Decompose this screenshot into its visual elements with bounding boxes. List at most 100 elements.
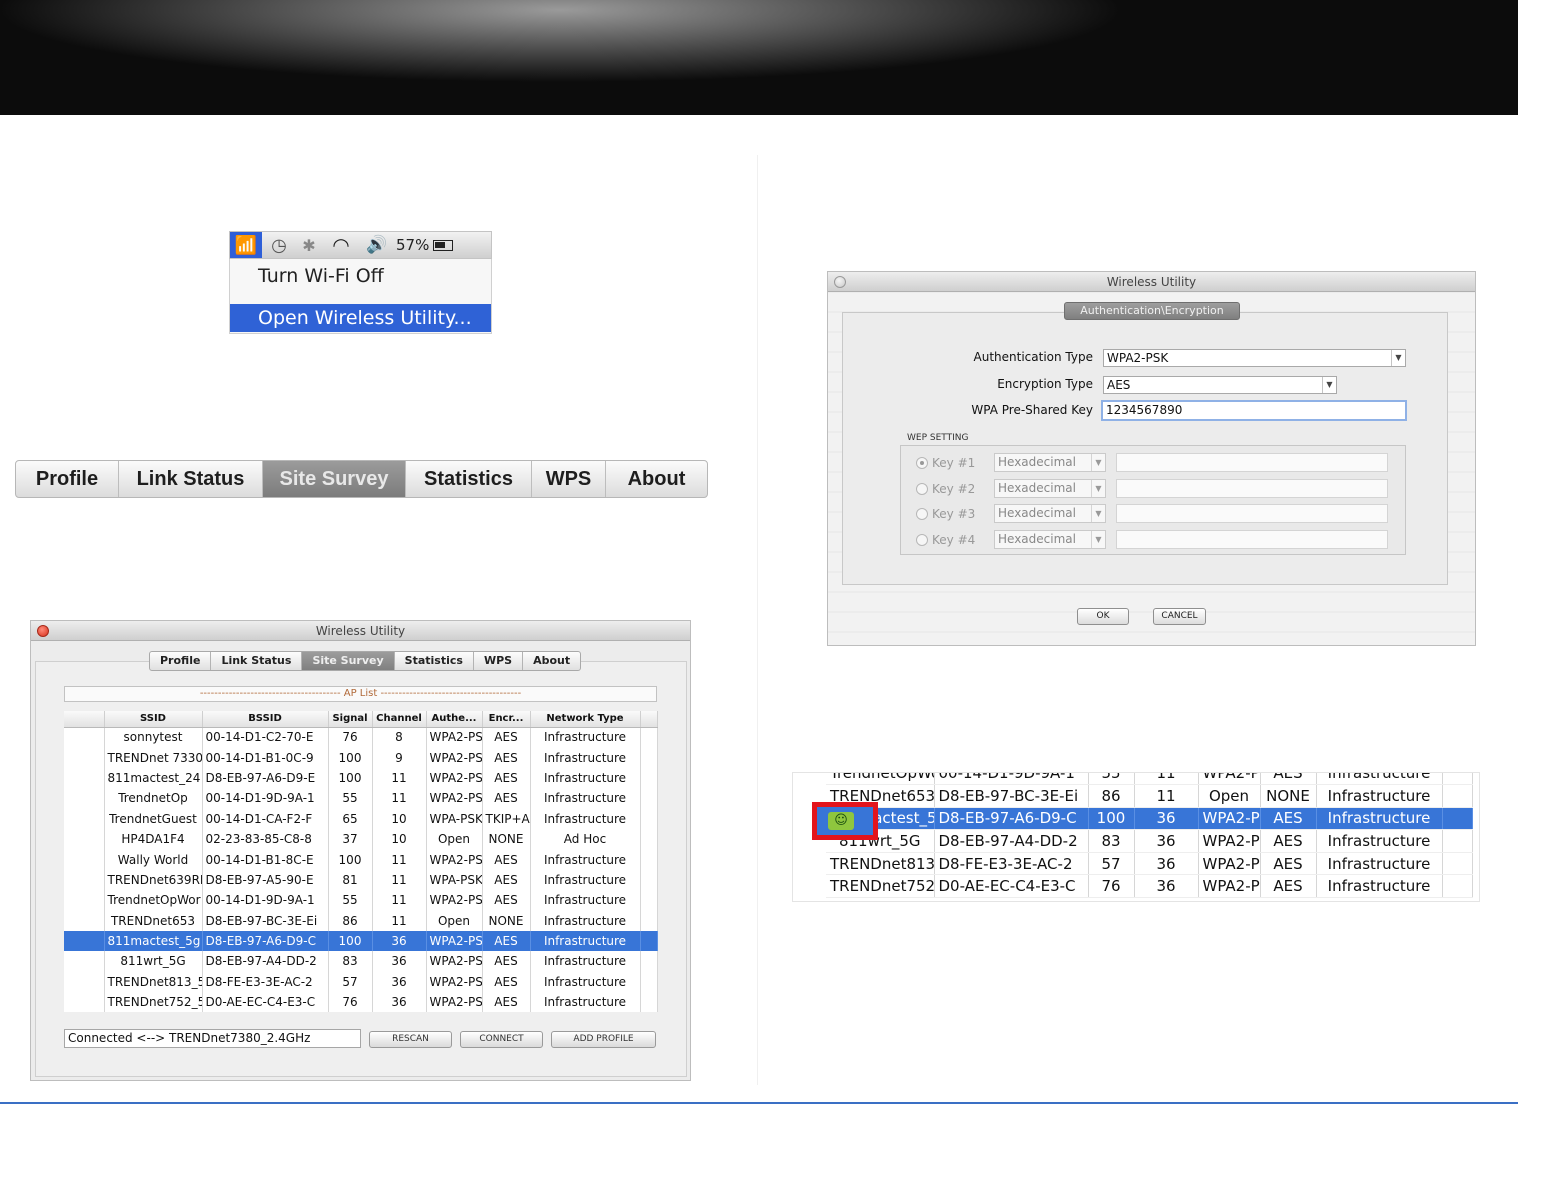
menu-item-open-wireless-utility[interactable]: Open Wireless Utility... <box>230 304 491 332</box>
cancel-button[interactable]: CANCEL <box>1153 608 1206 625</box>
table-row[interactable]: TrendnetOp 00-14-D1-9D-9A-1 55 11 WPA2-PS AES… <box>64 788 658 809</box>
signal-cell: 100 <box>328 767 373 789</box>
close-window-icon[interactable] <box>37 625 49 637</box>
table-row[interactable]: TRENDnet639RI D8-EB-97-A5-90-E 81 11 WPA-PSK… <box>64 869 658 891</box>
authentication-cell: WPA2-PS <box>426 788 483 809</box>
table-row[interactable]: TRENDnet813_5D8-FE-E3-3E-AC-25736WPA2-PS… <box>826 852 1473 876</box>
table-row[interactable]: HP4DA1F4 02-23-83-85-C8-8 37 10 Open NONE Ad H… <box>64 828 658 850</box>
column-header-encryption[interactable]: Encr... <box>482 711 531 728</box>
key-4-radio[interactable] <box>916 534 928 546</box>
tab-wps[interactable]: WPS <box>532 461 606 497</box>
row-tail-cell <box>640 849 658 870</box>
tab-site-survey[interactable]: Site Survey <box>302 652 395 670</box>
wep-key-row: Key #2 Hexadecimal ▼ <box>916 479 1396 499</box>
row-marker-cell <box>64 849 105 870</box>
tab-about[interactable]: About <box>606 461 707 497</box>
encryption-cell: AES <box>482 767 531 789</box>
column-header-channel[interactable]: Channel <box>372 711 427 728</box>
zoomed-ap-table: TrendnetOpWor00-14-D1-9D-9A-15511WPA2-PS… <box>826 773 1473 899</box>
table-row[interactable]: 811mactest_5gD8-EB-97-A6-D9-C10036WPA2-P… <box>826 807 1473 831</box>
key-3-input[interactable] <box>1116 504 1388 523</box>
table-row[interactable]: TRENDnet752_5D0-AE-EC-C4-E3-C7636WPA2-PS… <box>64 992 658 1013</box>
column-header-ssid[interactable]: SSID <box>104 711 203 728</box>
key-format-select[interactable]: Hexadecimal ▼ <box>994 479 1106 498</box>
table-row[interactable]: TRENDnet653 D8-EB-97-BC-3E-Ei 86 11 Open NONE… <box>826 784 1473 808</box>
ok-button[interactable]: OK <box>1077 608 1129 625</box>
authentication-cell: WPA2-PS <box>1198 773 1261 786</box>
rescan-button[interactable]: RESCAN <box>369 1031 452 1048</box>
encryption-cell: AES <box>482 890 531 911</box>
bssid-cell: D8-EB-97-A6-D9-E <box>202 767 329 789</box>
key-format-select[interactable]: Hexadecimal ▼ <box>994 530 1106 549</box>
encryption-type-select[interactable]: AES ▼ <box>1103 376 1337 394</box>
table-row[interactable]: TRENDnet 7330 00-14-D1-B1-0C-9 100 9 WPA2-PS… <box>64 747 658 768</box>
menu-item-turn-wifi-off[interactable]: Turn Wi-Fi Off <box>258 265 384 287</box>
row-tail-cell <box>640 788 658 809</box>
channel-cell: 11 <box>372 788 427 809</box>
pre-shared-key-input[interactable]: 1234567890 <box>1101 400 1407 421</box>
chevron-down-icon: ▼ <box>1322 377 1336 393</box>
volume-icon[interactable]: 🔊 <box>360 232 394 258</box>
network-type-cell: Infrastructure <box>530 910 641 931</box>
close-window-icon[interactable] <box>834 276 846 288</box>
wireless-utility-menubar-icon[interactable]: 📶 <box>230 232 262 258</box>
encryption-cell: TKIP+A <box>482 808 531 829</box>
table-row[interactable]: 811mactest_5gD8-EB-97-A6-D9-C10036WPA2-P… <box>64 930 658 952</box>
network-type-cell: Infrastructure <box>1316 829 1443 853</box>
tab-about[interactable]: About <box>523 652 580 670</box>
ssid-cell: TrendnetGuest <box>104 808 203 829</box>
tab-link-status[interactable]: Link Status <box>211 652 303 670</box>
key-format-select[interactable]: Hexadecimal ▼ <box>994 504 1106 523</box>
table-row[interactable]: 811wrt_5GD8-EB-97-A4-DD-28336WPA2-PSAESI… <box>826 829 1473 853</box>
window-titlebar: Wireless Utility <box>31 621 690 641</box>
table-row[interactable]: 811wrt_5GD8-EB-97-A4-DD-28336WPA2-PSAESI… <box>64 951 658 972</box>
column-header-authentication[interactable]: Authe... <box>426 711 483 728</box>
tab-link-status[interactable]: Link Status <box>119 461 263 497</box>
column-header-signal[interactable]: Signal <box>328 711 373 728</box>
table-row[interactable]: TrendnetOpWor00-14-D1-9D-9A-15511WPA2-PS… <box>826 773 1473 786</box>
table-row[interactable]: Wally World 00-14-D1-B1-8C-E 100 11 WPA2-PS A… <box>64 849 658 870</box>
encryption-type-value: AES <box>1107 378 1131 392</box>
tab-wps[interactable]: WPS <box>474 652 524 670</box>
network-type-cell: Infrastructure <box>530 951 641 972</box>
table-row[interactable]: TRENDnet752_5D0-AE-EC-C4-E3-C7636WPA2-PS… <box>826 874 1473 899</box>
authentication-type-select[interactable]: WPA2-PSK ▼ <box>1103 349 1406 367</box>
row-tail-cell <box>1442 852 1473 876</box>
key-2-input[interactable] <box>1116 479 1388 498</box>
wep-setting-label: WEP SETTING <box>907 433 969 443</box>
row-tail-cell <box>640 971 658 993</box>
tab-profile[interactable]: Profile <box>150 652 212 670</box>
wifi-icon[interactable]: ◠ <box>322 232 360 258</box>
key-1-input[interactable] <box>1116 453 1388 472</box>
key-4-input[interactable] <box>1116 530 1388 549</box>
tab-statistics[interactable]: Statistics <box>406 461 532 497</box>
window-title: Wireless Utility <box>315 624 406 638</box>
tab-authentication-encryption[interactable]: Authentication\Encryption <box>1064 302 1240 320</box>
key-3-radio[interactable] <box>916 508 928 520</box>
key-format-select[interactable]: Hexadecimal ▼ <box>994 453 1106 472</box>
ssid-cell: TrendnetOpWor <box>104 890 203 911</box>
battery-percent: 57% <box>396 236 430 254</box>
column-header-network-type[interactable]: Network Type <box>530 711 641 728</box>
table-row[interactable]: TRENDnet653 D8-EB-97-BC-3E-Ei 86 11 Open NONE… <box>64 910 658 931</box>
add-profile-button[interactable]: ADD PROFILE <box>551 1031 656 1048</box>
battery-icon[interactable] <box>433 239 454 251</box>
bluetooth-icon[interactable]: ✱ <box>296 232 322 258</box>
column-header-bssid[interactable]: BSSID <box>202 711 329 728</box>
connect-button[interactable]: CONNECT <box>460 1031 543 1048</box>
tab-site-survey[interactable]: Site Survey <box>263 461 406 497</box>
network-type-cell: Infrastructure <box>530 971 641 993</box>
encryption-cell: AES <box>1260 874 1317 899</box>
table-row[interactable]: 811mactest_24 D8-EB-97-A6-D9-E 100 11 WPA2-P… <box>64 767 658 789</box>
key-1-radio[interactable] <box>916 457 928 469</box>
encryption-cell: AES <box>482 992 531 1013</box>
tab-statistics[interactable]: Statistics <box>395 652 474 670</box>
key-2-radio[interactable] <box>916 483 928 495</box>
bssid-cell: 00-14-D1-CA-F2-F <box>202 808 329 829</box>
table-row[interactable]: TRENDnet813_5D8-FE-E3-3E-AC-25736WPA2-PS… <box>64 971 658 993</box>
table-row[interactable]: sonnytest 00-14-D1-C2-70-E 76 8 WPA2-PS AES In… <box>64 727 658 748</box>
tab-profile[interactable]: Profile <box>16 461 119 497</box>
table-row[interactable]: TrendnetGuest 00-14-D1-CA-F2-F 65 10 WPA-PSK… <box>64 808 658 829</box>
table-row[interactable]: TrendnetOpWor00-14-D1-9D-9A-15511WPA2-PS… <box>64 890 658 911</box>
time-machine-icon[interactable]: ◷ <box>262 232 296 258</box>
